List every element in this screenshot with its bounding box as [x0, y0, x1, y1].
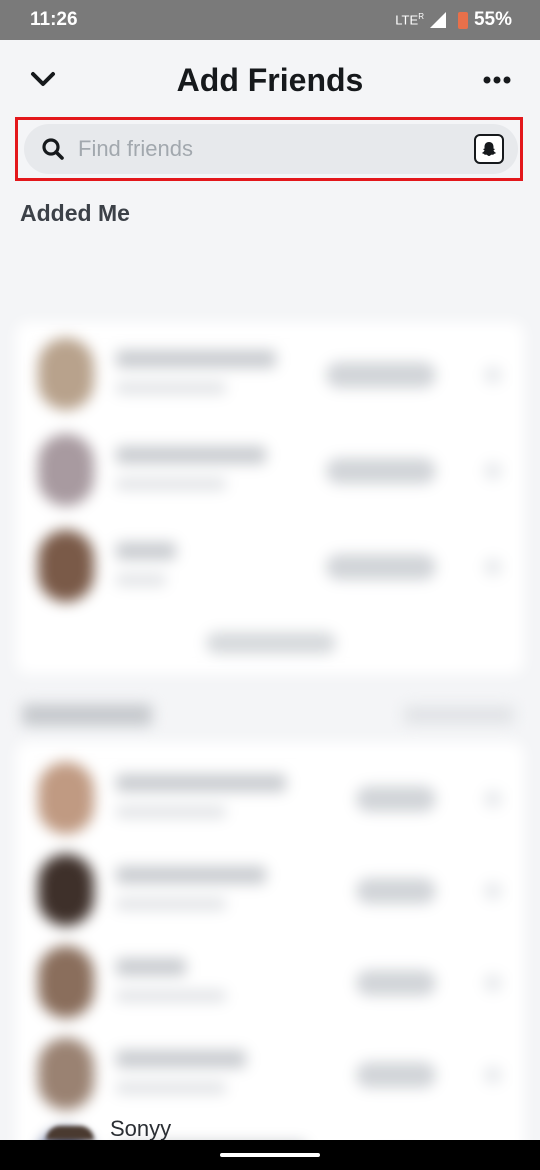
add-button[interactable]	[356, 786, 436, 812]
list-item[interactable]	[16, 326, 524, 422]
search-bar[interactable]	[24, 124, 518, 174]
add-friends-sheet: Add Friends Added Me	[0, 40, 540, 1140]
search-input[interactable]	[78, 136, 474, 162]
list-item[interactable]	[16, 422, 524, 518]
avatar	[38, 434, 94, 506]
dismiss-icon[interactable]	[484, 462, 502, 480]
snapcode-scan-icon[interactable]	[474, 134, 504, 164]
list-item[interactable]	[16, 934, 524, 1030]
quick-add-link[interactable]	[404, 706, 514, 724]
dismiss-icon[interactable]	[484, 366, 502, 384]
list-item-name	[116, 774, 286, 792]
avatar	[38, 762, 94, 834]
header: Add Friends	[0, 40, 540, 122]
signal-icon	[429, 12, 446, 28]
add-button[interactable]	[356, 1062, 436, 1088]
list-item-subtitle	[116, 574, 166, 586]
quick-add-card	[16, 742, 524, 1140]
list-item-name	[116, 958, 186, 976]
list-item-name: Sonyy	[110, 1116, 172, 1140]
dismiss-icon[interactable]	[484, 974, 502, 992]
status-indicators: LTER 55%	[395, 9, 512, 31]
list-item-subtitle	[116, 382, 226, 394]
list-item-subtitle	[116, 478, 226, 490]
add-button[interactable]	[356, 878, 436, 904]
avatar	[46, 1126, 94, 1140]
avatar	[38, 1038, 94, 1110]
avatar	[38, 338, 94, 410]
dismiss-icon[interactable]	[484, 790, 502, 808]
navigation-bar	[0, 1140, 540, 1170]
list-item-name	[116, 542, 176, 560]
list-item-name	[116, 866, 266, 884]
list-item-name	[116, 1050, 246, 1068]
add-button[interactable]	[326, 362, 436, 388]
list-item-peek[interactable]: Sonyy	[16, 1116, 524, 1140]
list-item[interactable]	[16, 518, 524, 614]
list-item-name	[116, 446, 266, 464]
list-item-subtitle	[116, 1082, 226, 1094]
quick-add-title	[22, 704, 152, 726]
avatar	[38, 854, 94, 926]
network-type: LTER	[395, 12, 424, 27]
list-item[interactable]	[16, 842, 524, 938]
view-more-button[interactable]	[206, 632, 336, 654]
section-title-added-me: Added Me	[20, 200, 130, 226]
more-dots-icon[interactable]	[482, 68, 512, 92]
avatar	[38, 946, 94, 1018]
battery-percent: 55%	[473, 9, 512, 30]
add-button[interactable]	[356, 970, 436, 996]
dismiss-icon[interactable]	[484, 1066, 502, 1084]
status-bar: 11:26 LTER 55%	[0, 0, 540, 40]
avatar	[38, 530, 94, 602]
list-item-name	[116, 350, 276, 368]
status-time: 11:26	[30, 9, 78, 30]
list-item-subtitle	[116, 806, 226, 818]
dismiss-icon[interactable]	[484, 558, 502, 576]
quick-add-header	[16, 694, 524, 734]
dismiss-icon[interactable]	[484, 882, 502, 900]
battery-icon	[457, 11, 468, 29]
list-item[interactable]	[16, 750, 524, 846]
search-icon	[40, 136, 66, 162]
add-button[interactable]	[326, 458, 436, 484]
list-item-subtitle	[116, 990, 226, 1002]
add-button[interactable]	[326, 554, 436, 580]
network-label: LTE	[395, 12, 419, 28]
list-item[interactable]	[16, 1026, 524, 1122]
home-gesture-handle[interactable]	[220, 1153, 320, 1157]
list-item-subtitle	[116, 898, 226, 910]
added-me-card	[16, 322, 524, 674]
roaming-indicator: R	[418, 12, 424, 22]
page-title: Add Friends	[176, 62, 364, 98]
